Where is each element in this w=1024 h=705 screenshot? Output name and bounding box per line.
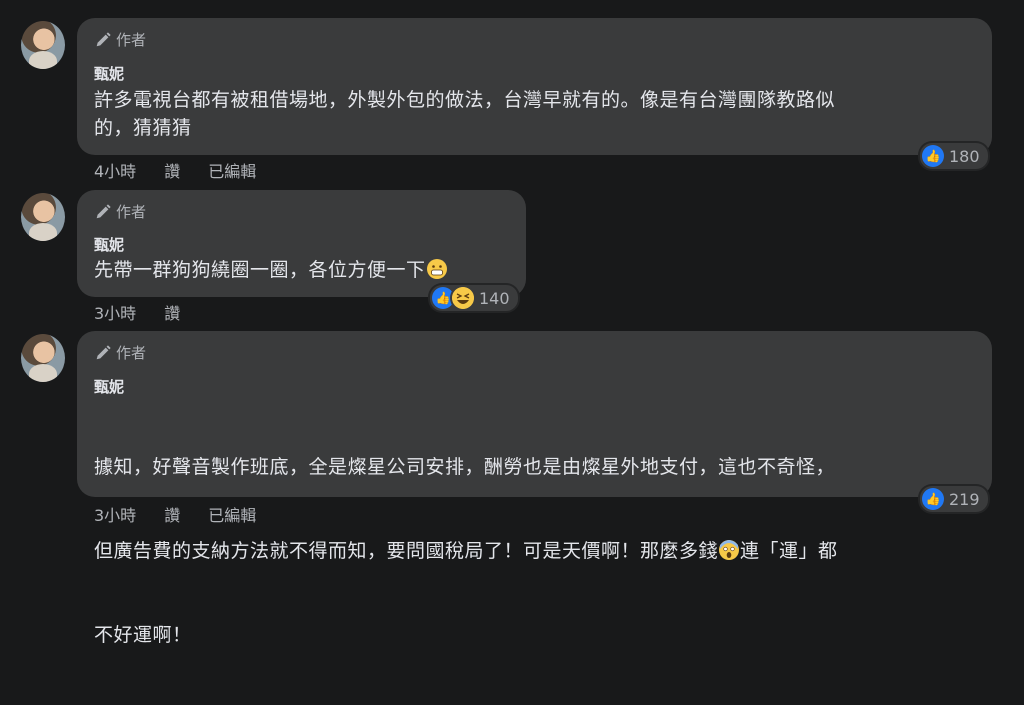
comment-text-part: 連「運」都 xyxy=(740,540,838,562)
pencil-icon xyxy=(96,344,111,359)
comment-bubble: 作者 甄妮 據知，好聲音製作班底，全是燦星公司安排，酬勞也是由燦星外地支付，這也… xyxy=(77,331,992,646)
like-button[interactable]: 讚 xyxy=(164,502,180,526)
reaction-count: 140 xyxy=(479,288,510,308)
author-badge: 作者 xyxy=(94,342,146,363)
like-button[interactable]: 讚 xyxy=(164,158,180,182)
comment-text-part: 但廣告費的支納方法就不得而知，要問國稅局了！可是天價啊！那麼多錢 xyxy=(94,540,719,562)
comment-text-line: 不好運啊！ xyxy=(94,624,192,646)
reaction-summary[interactable]: 👍 180 xyxy=(920,143,988,169)
like-icon: 👍 xyxy=(432,287,454,309)
comment-actions: 3小時 讚 已編輯 xyxy=(94,502,284,526)
haha-icon xyxy=(452,287,474,309)
author-badge-label: 作者 xyxy=(116,203,147,221)
like-icon: 👍 xyxy=(922,145,944,167)
comment-actions: 4小時 讚 已編輯 xyxy=(94,158,284,182)
comment-bubble: 作者 甄妮 許多電視台都有被租借場地，外製外包的做法，台灣早就有的。像是有台灣團… xyxy=(77,18,992,155)
pencil-icon xyxy=(96,203,111,218)
edited-label[interactable]: 已編輯 xyxy=(208,158,256,182)
comment-bubble: 作者 甄妮 先帶一群狗狗繞圈一圈，各位方便一下 xyxy=(77,190,526,297)
reaction-count: 219 xyxy=(949,489,980,509)
reaction-summary[interactable]: 👍 140 xyxy=(430,285,518,311)
author-badge-label: 作者 xyxy=(116,344,147,362)
comment-text: 許多電視台都有被租借場地，外製外包的做法，台灣早就有的。像是有台灣團隊教路似 的… xyxy=(94,89,836,139)
author-badge: 作者 xyxy=(94,29,146,50)
commenter-name[interactable]: 甄妮 xyxy=(94,63,124,84)
author-badge: 作者 xyxy=(94,201,146,222)
timestamp[interactable]: 3小時 xyxy=(94,502,136,526)
comment-text-line: 據知，好聲音製作班底，全是燦星公司安排，酬勞也是由燦星外地支付，這也不奇怪， xyxy=(94,456,836,478)
avatar[interactable] xyxy=(21,193,65,241)
scream-emoji-icon xyxy=(719,540,740,560)
commenter-name[interactable]: 甄妮 xyxy=(94,234,124,255)
comment-text: 據知，好聲音製作班底，全是燦星公司安排，酬勞也是由燦星外地支付，這也不奇怪， 但… xyxy=(94,397,838,705)
avatar[interactable] xyxy=(21,334,65,382)
reaction-summary[interactable]: 👍 219 xyxy=(920,486,988,512)
comment-text-line: 但廣告費的支納方法就不得而知，要問國稅局了！可是天價啊！那麼多錢 連「運」都 xyxy=(94,537,838,565)
timestamp[interactable]: 3小時 xyxy=(94,300,136,324)
avatar[interactable] xyxy=(21,21,65,69)
timestamp[interactable]: 4小時 xyxy=(94,158,136,182)
author-badge-label: 作者 xyxy=(116,31,147,49)
grinning-emoji-icon xyxy=(426,259,447,279)
commenter-name[interactable]: 甄妮 xyxy=(94,376,124,397)
comment-text: 先帶一群狗狗繞圈一圈，各位方便一下 xyxy=(94,256,448,284)
like-icon: 👍 xyxy=(922,488,944,510)
comment-actions: 3小時 讚 xyxy=(94,300,208,324)
reaction-count: 180 xyxy=(949,146,980,166)
edited-label[interactable]: 已編輯 xyxy=(208,502,256,526)
pencil-icon xyxy=(96,31,111,46)
like-button[interactable]: 讚 xyxy=(164,300,180,324)
comment-text-body: 先帶一群狗狗繞圈一圈，各位方便一下 xyxy=(94,259,426,281)
